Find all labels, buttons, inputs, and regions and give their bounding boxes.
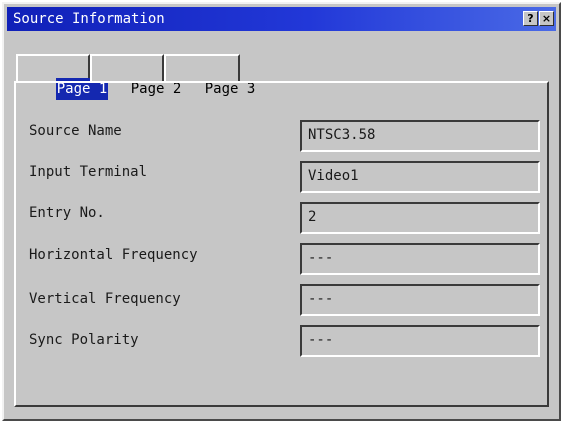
window-title: Source Information [13,11,165,27]
source-name-field: NTSC3.58 [300,120,540,152]
vertical-frequency-label: Vertical Frequency [29,291,181,307]
title-bar: Source Information ? × [7,7,556,31]
help-button[interactable]: ? [523,11,538,26]
close-button[interactable]: × [539,11,554,26]
vertical-frequency-field: --- [300,284,540,316]
sync-polarity-field: --- [300,325,540,357]
entry-no-label: Entry No. [29,205,105,221]
sync-polarity-label: Sync Polarity [29,332,139,348]
horizontal-frequency-label: Horizontal Frequency [29,247,198,263]
input-terminal-field: Video1 [300,161,540,193]
source-information-window: Source Information ? × Page 1 Page 2 Pag… [2,2,561,421]
source-name-label: Source Name [29,123,122,139]
tab-page-1[interactable]: Page 1 [16,54,109,100]
horizontal-frequency-field: --- [300,243,540,275]
entry-no-field: 2 [300,202,540,234]
tab-page-2[interactable]: Page 2 [90,54,181,97]
tab-page-3[interactable]: Page 3 [164,54,255,97]
input-terminal-label: Input Terminal [29,164,148,180]
